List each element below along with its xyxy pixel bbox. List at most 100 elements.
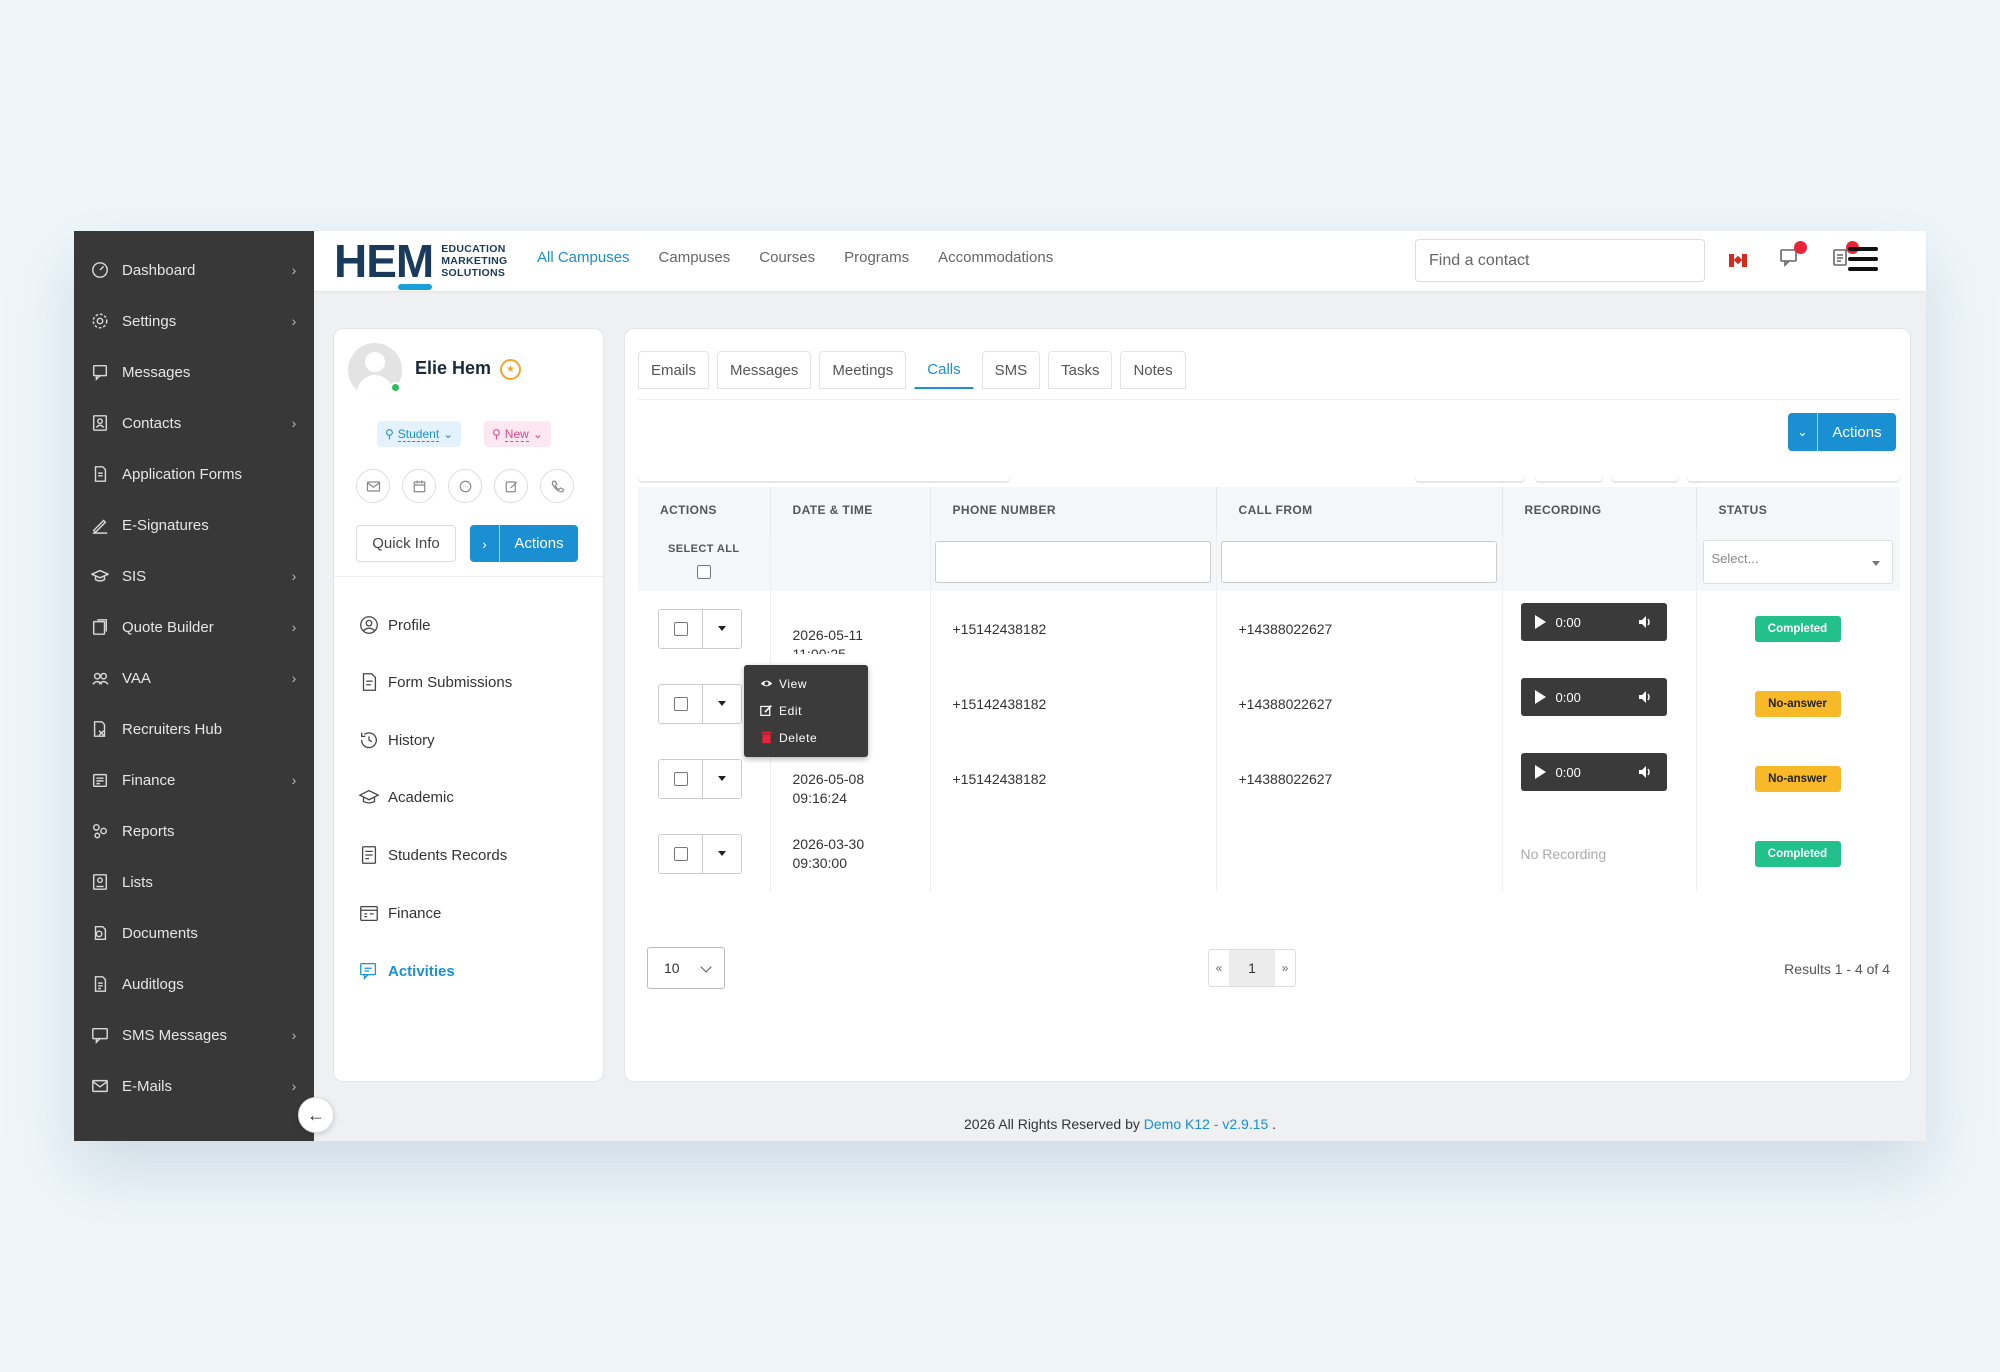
chat-action-button[interactable]	[448, 469, 482, 503]
nav-all-campuses[interactable]: All Campuses	[537, 249, 630, 266]
row-actions-dropdown[interactable]	[658, 833, 742, 874]
play-icon[interactable]	[1534, 690, 1546, 704]
sidebar-item-sms-messages[interactable]: SMS Messages ›	[74, 1015, 314, 1055]
student-type-dropdown[interactable]: ⚲ Student ⌄	[377, 421, 462, 447]
canada-flag-icon[interactable]	[1729, 254, 1747, 267]
sidebar-item-settings[interactable]: Settings ›	[74, 301, 314, 341]
call-from-filter[interactable]	[1220, 541, 1497, 583]
phone-number-cell	[930, 816, 1217, 891]
sidebar-item-quote-builder[interactable]: Quote Builder ›	[74, 607, 314, 647]
mail-icon	[366, 480, 380, 492]
profile-actions-button[interactable]: › Actions	[470, 525, 578, 562]
profile-menu-academic[interactable]: Academic	[358, 782, 598, 812]
row-actions-dropdown[interactable]	[658, 683, 742, 724]
chat-notification-icon[interactable]	[1779, 241, 1807, 273]
caret-down-icon[interactable]	[703, 610, 741, 648]
call-action-button[interactable]	[540, 469, 574, 503]
sidebar-item-e-signatures[interactable]: E-Signatures	[74, 505, 314, 545]
page-size-select[interactable]: 10	[647, 947, 725, 989]
email-action-button[interactable]	[356, 469, 390, 503]
tab-calls[interactable]: Calls	[914, 351, 974, 389]
profile-menu-students-records[interactable]: Students Records	[358, 840, 598, 870]
status-dropdown[interactable]: ⚲ New ⌄	[484, 421, 551, 447]
context-menu-edit[interactable]: Edit	[744, 697, 868, 724]
profile-menu-history[interactable]: History	[358, 725, 598, 755]
badge-icon: ★	[500, 359, 521, 380]
row-checkbox[interactable]	[673, 846, 688, 861]
row-actions-dropdown[interactable]	[658, 758, 742, 799]
context-menu-delete[interactable]: Delete	[744, 724, 868, 751]
nav-courses[interactable]: Courses	[759, 249, 815, 266]
row-actions-dropdown[interactable]	[658, 608, 742, 649]
contacts-icon	[88, 411, 112, 435]
sidebar-item-sis[interactable]: SIS ›	[74, 556, 314, 596]
sidebar-item-recruiters-hub[interactable]: Recruiters Hub	[74, 709, 314, 749]
nav-accommodations[interactable]: Accommodations	[938, 249, 1053, 266]
calendar-action-button[interactable]	[402, 469, 436, 503]
logo-tagline: EDUCATION MARKETING SOLUTIONS	[441, 243, 508, 279]
tab-emails[interactable]: Emails	[638, 351, 710, 389]
volume-icon[interactable]	[1637, 689, 1653, 705]
search-input[interactable]	[1415, 239, 1705, 282]
sidebar-item-e-mails[interactable]: E-Mails ›	[74, 1066, 314, 1106]
play-icon[interactable]	[1534, 615, 1546, 629]
quick-info-button[interactable]: Quick Info	[356, 525, 456, 562]
profile-menu-activities[interactable]: Activities	[358, 956, 598, 986]
filter-row: SELECT ALL Select...	[638, 533, 1900, 591]
call-from-cell: +14388022627	[1216, 666, 1503, 741]
sidebar-item-messages[interactable]: Messages	[74, 352, 314, 392]
profile-menu-finance[interactable]: Finance	[358, 898, 598, 928]
tab-notes[interactable]: Notes	[1120, 351, 1186, 389]
call-date: 2026-03-30	[792, 835, 865, 852]
col-header-recording[interactable]: RECORDING	[1502, 487, 1697, 533]
calls-actions-button[interactable]: ⌄ Actions	[1788, 413, 1896, 451]
phone-number-filter[interactable]	[934, 541, 1211, 583]
tab-meetings[interactable]: Meetings	[819, 351, 907, 389]
sidebar-item-application-forms[interactable]: Application Forms	[74, 454, 314, 494]
audio-player[interactable]: 0:00	[1520, 678, 1667, 716]
col-header-actions[interactable]: ACTIONS	[638, 487, 771, 533]
row-checkbox[interactable]	[673, 621, 688, 636]
sidebar-item-auditlogs[interactable]: Auditlogs	[74, 964, 314, 1004]
caret-down-icon[interactable]	[703, 835, 741, 873]
col-header-status[interactable]: STATUS	[1696, 487, 1900, 533]
row-checkbox[interactable]	[673, 696, 688, 711]
caret-down-icon[interactable]	[703, 760, 741, 798]
sidebar-collapse-button[interactable]: ←	[298, 1097, 334, 1133]
tab-sms[interactable]: SMS	[981, 351, 1041, 389]
audio-player[interactable]: 0:00	[1520, 603, 1667, 641]
logo[interactable]: HEM EDUCATION MARKETING SOLUTIONS	[334, 235, 508, 290]
academic-icon	[358, 789, 380, 804]
sidebar-item-contacts[interactable]: Contacts ›	[74, 403, 314, 443]
status-filter-select[interactable]: Select...	[1702, 540, 1893, 584]
tab-tasks[interactable]: Tasks	[1048, 351, 1113, 389]
sidebar-item-finance[interactable]: Finance ›	[74, 760, 314, 800]
pagination-next[interactable]: »	[1275, 950, 1295, 986]
nav-campuses[interactable]: Campuses	[659, 249, 731, 266]
pagination-page-1[interactable]: 1	[1229, 950, 1275, 986]
hamburger-menu-icon[interactable]	[1848, 247, 1878, 273]
tab-messages[interactable]: Messages	[717, 351, 812, 389]
play-icon[interactable]	[1534, 765, 1546, 779]
sidebar-item-vaa[interactable]: VAA ›	[74, 658, 314, 698]
profile-menu-form-submissions[interactable]: Form Submissions	[358, 667, 598, 697]
row-checkbox[interactable]	[673, 771, 688, 786]
context-menu-view[interactable]: View	[744, 670, 868, 697]
volume-icon[interactable]	[1637, 764, 1653, 780]
select-all-checkbox[interactable]	[696, 564, 711, 579]
nav-programs[interactable]: Programs	[844, 249, 909, 266]
profile-menu-profile[interactable]: Profile	[358, 610, 598, 640]
sidebar-item-reports[interactable]: Reports	[74, 811, 314, 851]
col-header-date-time[interactable]: DATE & TIME	[770, 487, 931, 533]
note-action-button[interactable]	[494, 469, 528, 503]
pagination-prev[interactable]: «	[1209, 950, 1229, 986]
audio-player[interactable]: 0:00	[1520, 753, 1667, 791]
footer-version-link[interactable]: Demo K12 - v2.9.15	[1144, 1116, 1269, 1132]
col-header-call-from[interactable]: CALL FROM	[1216, 487, 1503, 533]
sidebar-item-lists[interactable]: Lists	[74, 862, 314, 902]
col-header-phone-number[interactable]: PHONE NUMBER	[930, 487, 1217, 533]
caret-down-icon[interactable]	[703, 685, 741, 723]
sidebar-item-dashboard[interactable]: Dashboard ›	[74, 250, 314, 290]
volume-icon[interactable]	[1637, 614, 1653, 630]
sidebar-item-documents[interactable]: Documents	[74, 913, 314, 953]
